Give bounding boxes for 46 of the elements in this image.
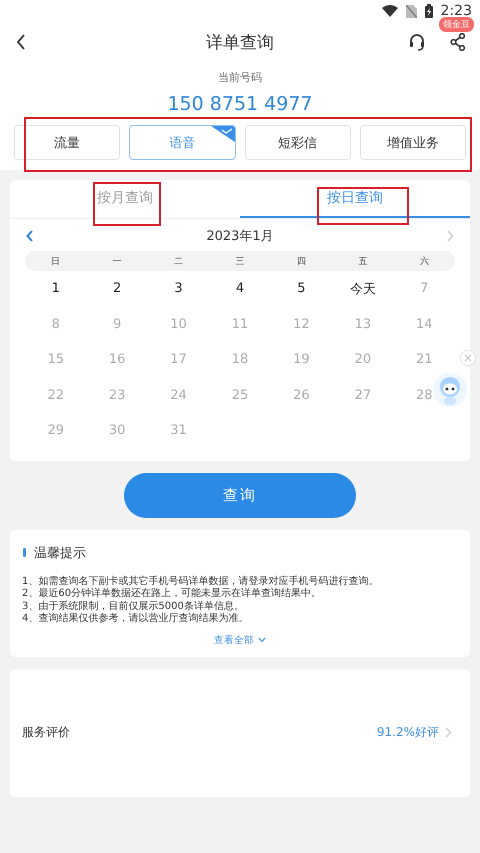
tips-title: 温馨提示 [34, 544, 86, 562]
tip-text: 4、查询结果仅供参考，请以营业厅查询结果为准。 [22, 613, 250, 626]
battery-icon [424, 4, 433, 18]
weekday-label: 二 [173, 256, 184, 268]
month-title: 2023年1月 [206, 228, 274, 245]
rating-label: 服务评价 [22, 724, 70, 741]
tip-text: 3、由于系统限制，目前仅展示5000条详单信息。 [22, 600, 245, 612]
phone-number: 150 8751 4977 [166, 93, 314, 115]
weekday-label: 一 [112, 256, 123, 268]
view-all-link[interactable]: 查看全部 [212, 632, 268, 648]
headset-icon[interactable] [408, 33, 426, 51]
number-label: 当前号码 [217, 70, 263, 85]
tip-text: 2、最近60分钟详单数据还在路上，可能未显示在详单查询结果中。 [22, 588, 322, 600]
weekday-label: 日 [50, 256, 62, 268]
query-tab[interactable]: 按月查询 [10, 180, 240, 218]
tip-text: 1、如需查询名下副卡或其它手机号码详单数据，请登录对应手机号码进行查询。 [22, 576, 380, 588]
selected-corner-icon [210, 126, 234, 142]
category-tab[interactable]: 短彩信 [244, 125, 351, 160]
calendar-day[interactable]: 4 [236, 281, 244, 296]
calendar-day[interactable]: 5 [297, 281, 306, 296]
chevron-right-icon [445, 727, 452, 738]
rating-link[interactable]: 91.2%好评 [370, 723, 458, 742]
category-tab[interactable]: 增值业务 [360, 125, 466, 160]
accent-bar [23, 548, 26, 557]
calendar-day[interactable]: 今天 [350, 280, 376, 298]
weekday-label: 五 [357, 256, 368, 268]
calendar-day[interactable]: 1 [52, 281, 60, 296]
previous-month-icon[interactable] [26, 230, 34, 242]
calendar-day[interactable]: 3 [174, 281, 183, 296]
annotation-frame [93, 182, 161, 226]
query-tab[interactable]: 按日查询 [240, 180, 470, 218]
weekday-label: 四 [296, 256, 307, 268]
weekday-label: 三 [234, 256, 246, 268]
clock-time: 2:23 [440, 3, 472, 19]
share-icon[interactable] [450, 33, 466, 51]
weekday-label: 六 [418, 256, 430, 268]
query-button[interactable]: 查询 [124, 472, 356, 518]
chevron-down-icon [258, 637, 266, 643]
category-tab[interactable]: 语音 [129, 125, 236, 160]
wifi-icon [382, 5, 398, 17]
no-sim-icon [406, 4, 417, 18]
back-icon[interactable] [16, 34, 26, 50]
category-tab[interactable]: 流量 [14, 125, 120, 160]
reward-badge: 领金豆 [439, 17, 474, 32]
page-title: 详单查询 [206, 32, 274, 54]
calendar-day[interactable]: 2 [112, 281, 122, 296]
